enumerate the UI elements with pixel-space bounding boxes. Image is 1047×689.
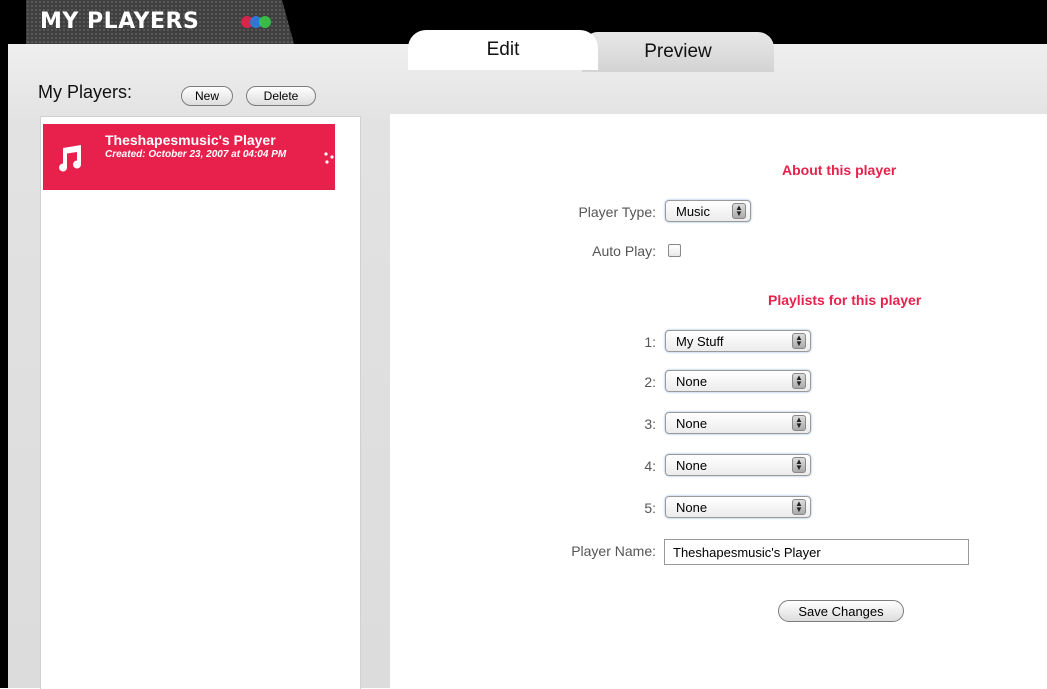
playlist-4-label: 4: — [644, 458, 656, 474]
select-arrows-icon: ▲ ▼ — [792, 499, 806, 515]
logo-dots-icon — [241, 16, 289, 28]
playlist-1-label: 1: — [644, 334, 656, 350]
player-name-label: Player Name: — [571, 543, 656, 559]
player-type-value: Music — [676, 204, 710, 219]
select-arrows-icon: ▲ ▼ — [792, 333, 806, 349]
auto-play-checkbox[interactable] — [668, 244, 681, 257]
playlist-5-value: None — [676, 500, 708, 515]
playlist-2-value: None — [676, 374, 708, 389]
select-arrows-icon: ▲ ▼ — [792, 415, 806, 431]
playlist-1-value: My Stuff — [676, 334, 724, 349]
playlist-2-select[interactable]: None ▲ ▼ — [665, 370, 811, 392]
playlist-3-select[interactable]: None ▲ ▼ — [665, 412, 811, 434]
playlist-5-select[interactable]: None ▲ ▼ — [665, 496, 811, 518]
playlist-3-label: 3: — [644, 416, 656, 432]
playlist-1-select[interactable]: My Stuff ▲ ▼ — [665, 330, 811, 352]
player-created-date: Created: October 23, 2007 at 04:04 PM — [105, 149, 287, 160]
app-title: MY PLAYERS — [40, 9, 200, 34]
playlist-4-select[interactable]: None ▲ ▼ — [665, 454, 811, 476]
tab-edit[interactable]: Edit — [408, 30, 598, 70]
tab-preview[interactable]: Preview — [582, 32, 774, 72]
playlist-5-label: 5: — [644, 500, 656, 516]
window-frame-left — [0, 0, 8, 688]
player-type-select[interactable]: Music ▲ ▼ — [665, 200, 751, 222]
new-player-button[interactable]: New — [181, 86, 233, 106]
player-name: Theshapesmusic's Player — [105, 132, 276, 148]
about-heading: About this player — [782, 162, 897, 178]
player-list-item[interactable]: Theshapesmusic's Player Created: October… — [43, 124, 335, 190]
player-name-input[interactable] — [664, 539, 969, 565]
my-players-label: My Players: — [38, 82, 133, 102]
logo-dot-green — [259, 16, 271, 28]
content-area: My Players: New Delete Theshapesmusic's … — [8, 44, 1047, 689]
save-changes-button[interactable]: Save Changes — [778, 600, 904, 622]
music-note-icon — [59, 145, 82, 172]
player-type-label: Player Type: — [578, 204, 656, 220]
playlist-3-value: None — [676, 416, 708, 431]
player-list: Theshapesmusic's Player Created: October… — [40, 116, 361, 689]
select-arrows-icon: ▲ ▼ — [792, 373, 806, 389]
playlist-2-label: 2: — [644, 374, 656, 390]
players-panel: My Players: New Delete Theshapesmusic's … — [8, 44, 384, 689]
loading-spinner-icon — [324, 152, 334, 164]
select-arrows-icon: ▲ ▼ — [732, 203, 746, 219]
auto-play-label: Auto Play: — [592, 243, 656, 259]
playlists-heading: Playlists for this player — [768, 292, 922, 308]
playlist-4-value: None — [676, 458, 708, 473]
title-tab: MY PLAYERS — [26, 0, 294, 44]
delete-player-button[interactable]: Delete — [246, 86, 316, 106]
select-arrows-icon: ▲ ▼ — [792, 457, 806, 473]
